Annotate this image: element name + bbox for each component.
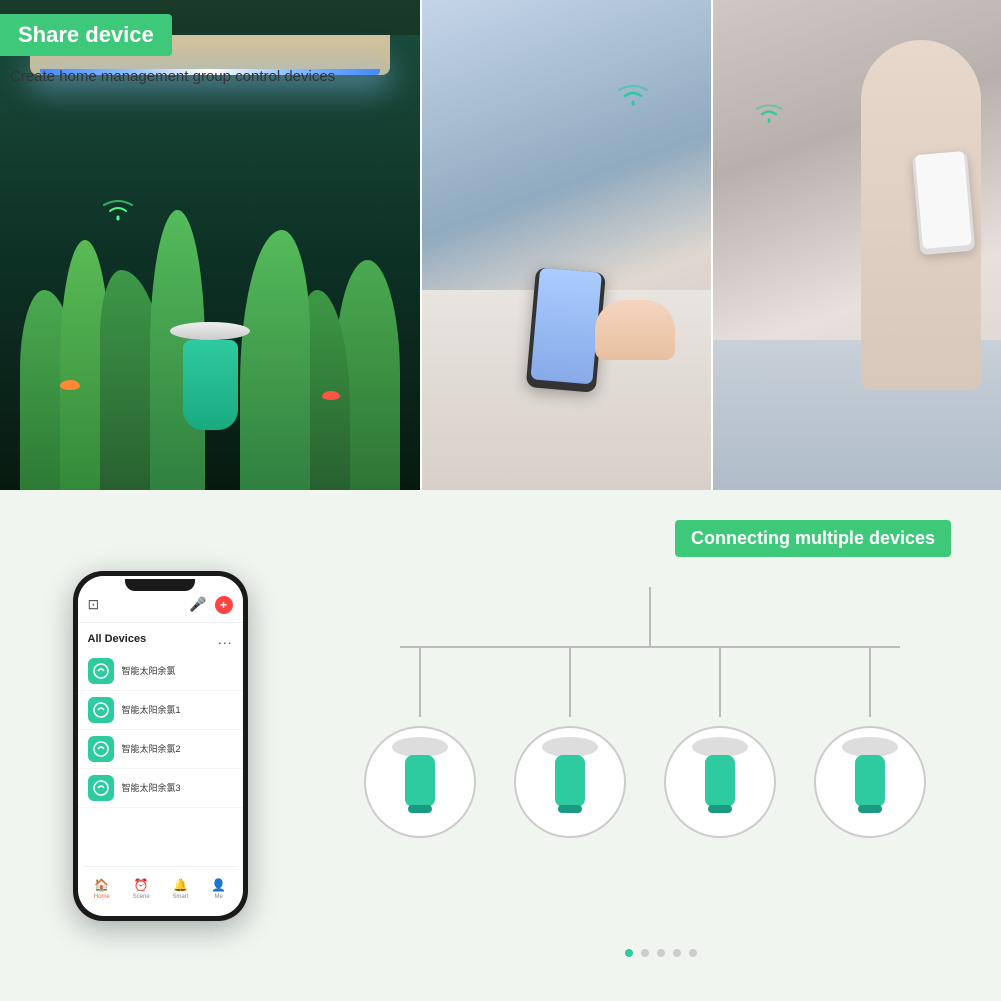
device-list-item-3[interactable]: 智能太阳余氯3 (78, 769, 243, 808)
nav-home[interactable]: 🏠 Home (94, 878, 110, 900)
scene-nav-icon: ⏰ (134, 878, 149, 892)
bottom-section: ⊡ 🎤 + All Devices ... (0, 490, 1001, 1001)
panel-photo-left (420, 0, 711, 490)
panel-photo-right (711, 0, 1001, 490)
nav-me[interactable]: 👤 Me (211, 878, 226, 900)
fish-3 (322, 391, 340, 400)
wifi-signal-tank (100, 195, 136, 228)
bottom-right: Connecting multiple devices (320, 490, 1001, 1001)
network-diagram (340, 587, 981, 967)
bottom-left: ⊡ 🎤 + All Devices ... (0, 490, 320, 1001)
home-nav-label: Home (94, 894, 110, 900)
network-svg (340, 587, 950, 907)
device-list: 智能太阳余氯 智能太阳余氯1 智能太阳余氯2 (78, 652, 243, 808)
pagination-dots (625, 949, 697, 957)
wifi-signal-right (753, 100, 785, 130)
top-section: Share device Create home management grou… (0, 0, 1001, 490)
app-devices-header: All Devices ... (78, 623, 243, 652)
dot-3 (657, 949, 665, 957)
dot-2 (641, 949, 649, 957)
device-list-item-2[interactable]: 智能太阳余氯2 (78, 730, 243, 769)
wifi-signal-left (615, 80, 651, 113)
subtitle-text: Create home management group control dev… (10, 68, 335, 85)
connecting-badge: Connecting multiple devices (675, 520, 951, 557)
devices-menu-dots[interactable]: ... (218, 631, 233, 647)
device-name-0: 智能太阳余氯 (122, 664, 176, 677)
dot-5 (689, 949, 697, 957)
smart-nav-label: Smart (172, 894, 188, 900)
device-list-item-1[interactable]: 智能太阳余氯1 (78, 691, 243, 730)
fish-1 (60, 380, 80, 390)
add-button[interactable]: + (215, 596, 233, 614)
smartphone-screen: ⊡ 🎤 + All Devices ... (78, 576, 243, 916)
plant-7 (240, 230, 310, 490)
device-name-3: 智能太阳余氯3 (122, 781, 181, 794)
app-header-right: 🎤 + (189, 596, 232, 614)
device-top (170, 322, 250, 340)
all-devices-label: All Devices (88, 633, 147, 645)
share-badge: Share device (0, 14, 172, 56)
app-home-icon: ⊡ (88, 596, 100, 613)
device-name-2: 智能太阳余氯2 (122, 742, 181, 755)
nav-scene[interactable]: ⏰ Scene (133, 878, 150, 900)
dot-4 (673, 949, 681, 957)
home-nav-icon: 🏠 (94, 878, 109, 892)
device-icon-0 (88, 658, 114, 684)
device-list-item-0[interactable]: 智能太阳余氯 (78, 652, 243, 691)
device-in-tank (170, 322, 250, 430)
device-body (183, 340, 238, 430)
me-nav-icon: 👤 (211, 878, 226, 892)
smartphone-mockup: ⊡ 🎤 + All Devices ... (73, 571, 248, 921)
dot-1 (625, 949, 633, 957)
top-right-panels (420, 0, 1001, 490)
me-nav-label: Me (214, 894, 222, 900)
device-icon-2 (88, 736, 114, 762)
aquarium-water (0, 35, 420, 490)
device-icon-3 (88, 775, 114, 801)
app-bottom-nav: 🏠 Home ⏰ Scene 🔔 Smart 👤 Me (83, 866, 238, 911)
nav-smart[interactable]: 🔔 Smart (172, 878, 188, 900)
mic-icon: 🎤 (189, 596, 206, 613)
device-icon-1 (88, 697, 114, 723)
smartphone-notch (125, 579, 195, 591)
person-phone (912, 148, 976, 255)
scene-nav-label: Scene (133, 894, 150, 900)
device-name-1: 智能太阳余氯1 (122, 703, 181, 716)
smart-nav-icon: 🔔 (173, 878, 188, 892)
aquarium-panel: Share device Create home management grou… (0, 0, 420, 490)
